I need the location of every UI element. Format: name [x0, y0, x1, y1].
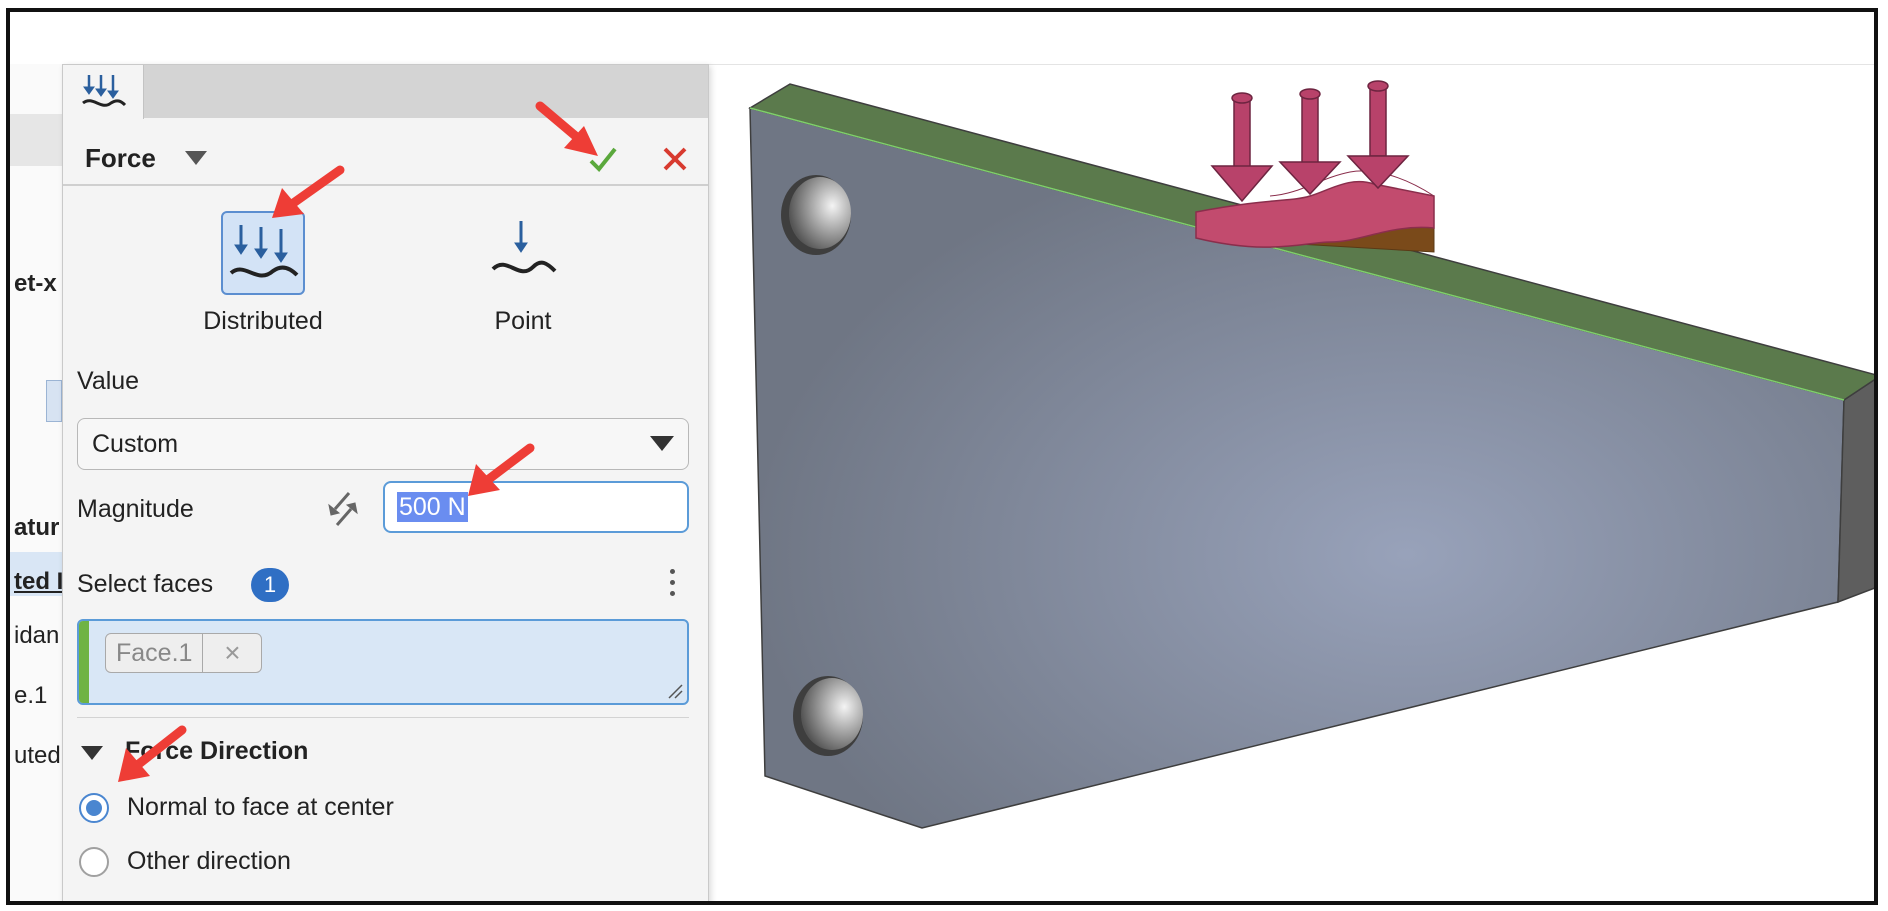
- distributed-force-icon: [229, 225, 299, 278]
- checkmark-icon: [589, 147, 617, 172]
- feature-list-text[interactable]: ted I: [14, 568, 63, 596]
- header-divider: [63, 184, 708, 186]
- active-indicator: [79, 621, 89, 703]
- point-force-icon: [491, 221, 557, 274]
- model-viewport[interactable]: [710, 66, 1878, 905]
- chevron-down-icon: [650, 436, 674, 451]
- mounting-hole-top: [781, 175, 851, 255]
- swap-direction-button[interactable]: [325, 489, 361, 529]
- remove-face-icon[interactable]: ×: [202, 634, 261, 672]
- cancel-button[interactable]: [655, 139, 695, 179]
- magnitude-selected-text: 500 N: [397, 492, 468, 522]
- close-icon: [663, 147, 687, 171]
- tab-force[interactable]: [63, 65, 144, 119]
- point-type-button[interactable]: Point: [408, 211, 638, 341]
- screenshot-frame: et-x atur ted I idan e.1 uted Force Dist…: [6, 8, 1878, 905]
- distributed-force-icon: [82, 75, 127, 107]
- bracket-end-face[interactable]: [1837, 376, 1878, 604]
- face-chip-label: Face.1: [116, 639, 193, 667]
- type-icon-frame: [481, 211, 565, 295]
- value-select-text: Custom: [92, 430, 179, 458]
- value-select[interactable]: Custom: [77, 418, 689, 470]
- feature-list-text[interactable]: idan: [14, 622, 59, 650]
- section-divider: [77, 717, 689, 718]
- more-options-icon[interactable]: [669, 569, 677, 603]
- feature-list-text: et-x: [14, 270, 57, 297]
- radio-normal-to-face[interactable]: [79, 793, 109, 823]
- swap-direction-icon: [328, 492, 358, 526]
- value-label: Value: [77, 367, 140, 395]
- collapse-caret-icon[interactable]: [81, 746, 103, 760]
- point-label: Point: [494, 307, 552, 335]
- faces-selection-box[interactable]: Face.1 ×: [77, 619, 689, 705]
- feature-list-text[interactable]: e.1: [14, 682, 47, 710]
- face-chip[interactable]: Face.1 ×: [105, 633, 263, 673]
- type-icon-frame: [221, 211, 305, 295]
- feature-list-text[interactable]: uted: [14, 742, 61, 770]
- radio-label[interactable]: Other direction: [127, 847, 291, 876]
- distributed-label: Distributed: [203, 307, 323, 335]
- dialog-title[interactable]: Force: [85, 143, 156, 174]
- select-faces-label: Select faces: [77, 570, 214, 598]
- dialog-tab-strip: [63, 65, 708, 118]
- feature-list-text: atur: [14, 514, 60, 541]
- magnitude-label: Magnitude: [77, 495, 194, 523]
- force-direction-title[interactable]: Force Direction: [125, 737, 308, 766]
- force-dialog: Force Distributed Point Value Custom Mag…: [62, 64, 709, 901]
- confirm-button[interactable]: [583, 139, 623, 179]
- resize-handle-icon[interactable]: [667, 683, 683, 699]
- radio-other-direction[interactable]: [79, 847, 109, 877]
- radio-label[interactable]: Normal to face at center: [127, 793, 394, 822]
- selection-count-badge: 1: [251, 568, 289, 602]
- distributed-load-glyph: [1195, 80, 1435, 253]
- distributed-type-button[interactable]: Distributed: [148, 211, 378, 341]
- chevron-down-icon[interactable]: [185, 151, 207, 165]
- view-cube-fragment: [46, 380, 62, 422]
- mounting-hole-bottom: [793, 676, 863, 756]
